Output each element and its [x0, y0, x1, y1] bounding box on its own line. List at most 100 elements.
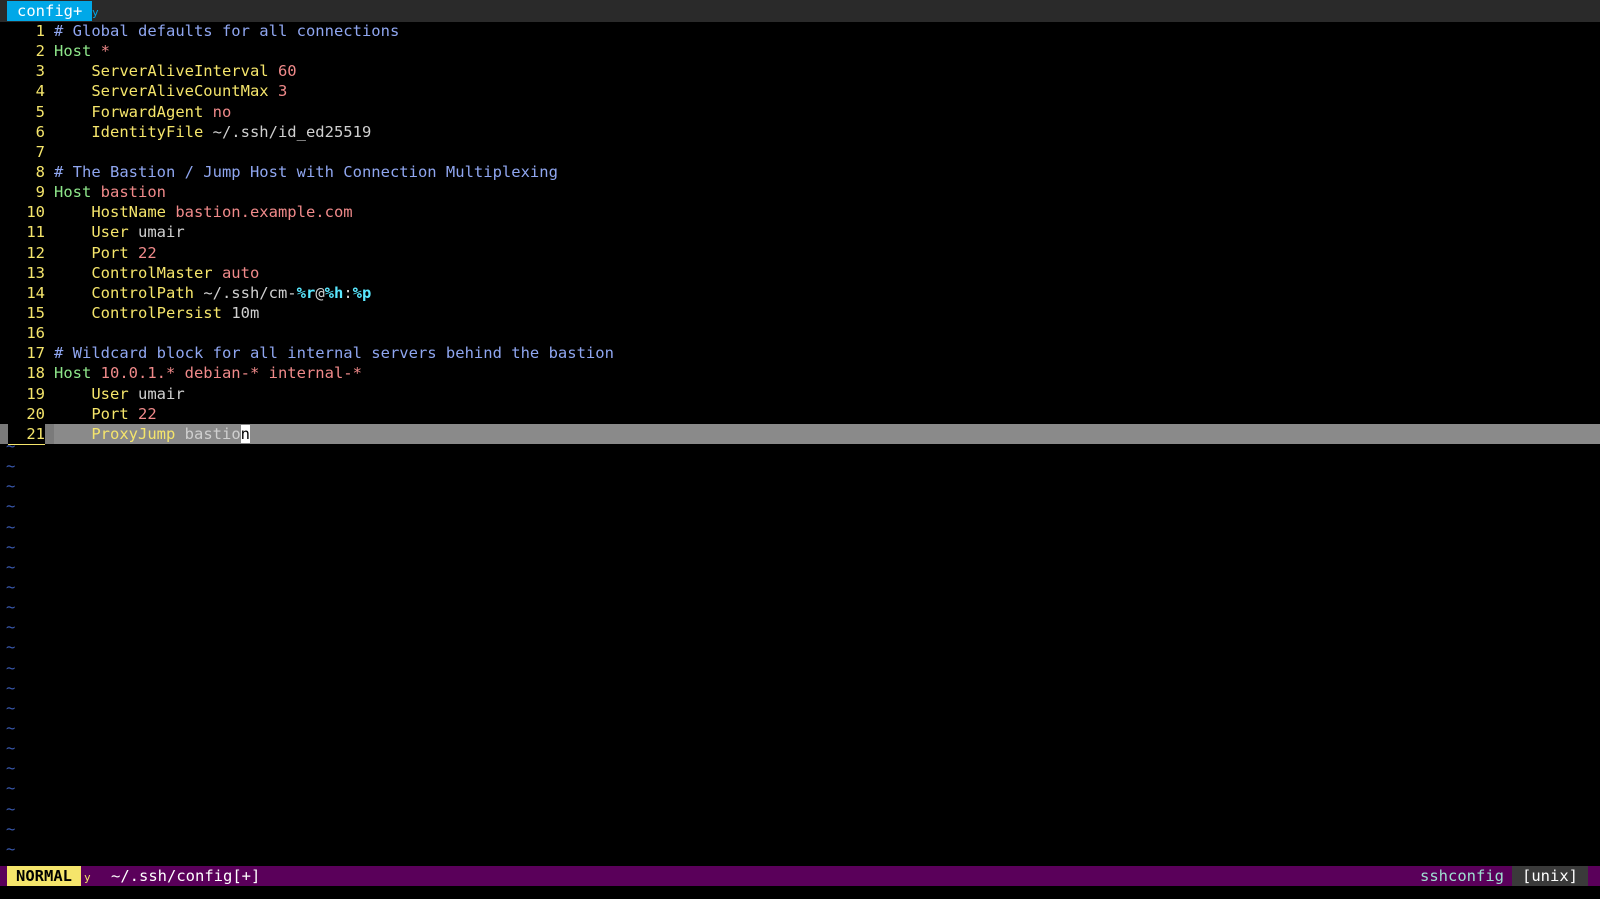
tab-separator-icon: y: [92, 6, 99, 19]
line-content[interactable]: # Wildcard block for all internal server…: [54, 343, 614, 363]
line-content[interactable]: # Global defaults for all connections: [54, 21, 399, 41]
code-line[interactable]: 6 IdentityFile ~/.ssh/id_ed25519: [0, 122, 1600, 142]
tilde-marker: ~: [6, 739, 16, 758]
code-token: # The Bastion / Jump Host with Connectio…: [54, 162, 558, 181]
code-token: ControlPath: [54, 283, 194, 302]
code-token: auto: [212, 263, 260, 282]
code-line[interactable]: 13 ControlMaster auto: [0, 263, 1600, 283]
line-number: 15: [26, 303, 45, 322]
line-number: 11: [26, 223, 45, 242]
tilde-marker: ~: [6, 477, 16, 496]
line-content[interactable]: ServerAliveInterval 60: [54, 61, 296, 81]
tilde-marker: ~: [6, 638, 16, 657]
tilde-marker: ~: [6, 618, 16, 637]
line-content[interactable]: IdentityFile ~/.ssh/id_ed25519: [54, 122, 371, 142]
code-line[interactable]: 18 Host 10.0.1.* debian-* internal-*: [0, 363, 1600, 383]
line-content[interactable]: ForwardAgent no: [54, 102, 231, 122]
code-line[interactable]: 7: [0, 142, 1600, 162]
line-content[interactable]: ControlPersist 10m: [54, 303, 259, 323]
line-content[interactable]: Host 10.0.1.* debian-* internal-*: [54, 363, 362, 383]
statusline: NORMAL y ~/.ssh/config[+] sshconfig [uni…: [0, 866, 1600, 886]
tilde-marker: ~: [6, 819, 16, 838]
line-content[interactable]: User umair: [54, 384, 185, 404]
code-token: @: [315, 283, 325, 302]
code-token: User: [54, 384, 129, 403]
code-line[interactable]: 15 ControlPersist 10m: [0, 303, 1600, 323]
line-content[interactable]: ProxyJump bastion: [54, 424, 250, 444]
code-line[interactable]: 9 Host bastion: [0, 182, 1600, 202]
line-content[interactable]: Host *: [54, 41, 110, 61]
tilde-marker: ~: [6, 497, 16, 516]
code-line[interactable]: 10 HostName bastion.example.com: [0, 202, 1600, 222]
line-number: 17: [26, 344, 45, 363]
code-line[interactable]: 16: [0, 323, 1600, 343]
code-token: 22: [128, 404, 157, 423]
line-content[interactable]: HostName bastion.example.com: [54, 202, 352, 222]
line-content[interactable]: ControlPath ~/.ssh/cm-%r@%h:%p: [54, 283, 371, 303]
code-line[interactable]: 3 ServerAliveInterval 60: [0, 61, 1600, 81]
line-content[interactable]: Host bastion: [54, 182, 166, 202]
tilde-marker: ~: [6, 598, 16, 617]
code-token: 10m: [221, 303, 260, 322]
tilde-marker: ~: [6, 557, 16, 576]
code-line[interactable]: 8 # The Bastion / Jump Host with Connecti…: [0, 162, 1600, 182]
code-line[interactable]: 1 # Global defaults for all connections: [0, 21, 1600, 41]
code-token: %h: [324, 283, 344, 302]
code-token: Port: [54, 404, 129, 423]
code-line[interactable]: 2 Host *: [0, 41, 1600, 61]
line-number: 3: [35, 62, 45, 81]
code-token: Port: [54, 243, 129, 262]
code-line[interactable]: 5 ForwardAgent no: [0, 102, 1600, 122]
tilde-marker: ~: [6, 457, 16, 476]
tilde-marker: ~: [6, 779, 16, 798]
line-number: 13: [26, 263, 45, 282]
line-content[interactable]: ServerAliveCountMax 3: [54, 81, 287, 101]
file-type: sshconfig: [1420, 867, 1504, 885]
line-number: 8: [35, 162, 45, 181]
code-token: ~/.ssh/id_ed25519: [203, 122, 372, 141]
editor-buffer[interactable]: 1 # Global defaults for all connections 2 H…: [0, 21, 1600, 445]
code-token: 22: [128, 243, 157, 262]
file-path: ~/.ssh/config[+]: [111, 867, 261, 885]
code-token: 3: [268, 82, 288, 101]
code-token: no: [203, 102, 232, 121]
cursor-line[interactable]: 21 ProxyJump bastion: [0, 423, 1600, 445]
tilde-marker: ~: [6, 839, 16, 858]
line-content[interactable]: ControlMaster auto: [54, 263, 259, 283]
code-line[interactable]: 12 Port 22: [0, 243, 1600, 263]
line-content[interactable]: Port 22: [54, 404, 157, 424]
line-number: 20: [26, 404, 45, 423]
line-number: 10: [26, 203, 45, 222]
line-number: 19: [26, 384, 45, 403]
code-line[interactable]: 14 ControlPath ~/.ssh/cm-%r@%h:%p: [0, 283, 1600, 303]
line-number: 14: [26, 283, 45, 302]
code-token: umair: [128, 223, 185, 242]
tab-config[interactable]: config+: [7, 1, 93, 21]
tilde-marker: ~: [6, 517, 16, 536]
code-token: ControlMaster: [54, 263, 213, 282]
code-token: ServerAliveInterval: [54, 62, 269, 81]
code-token: Host: [54, 42, 92, 61]
tilde-marker: ~: [6, 718, 16, 737]
code-line[interactable]: 11 User umair: [0, 222, 1600, 242]
code-token: HostName: [54, 203, 166, 222]
line-number: 12: [26, 243, 45, 262]
tilde-marker: ~: [6, 799, 16, 818]
code-line[interactable]: 17 # Wildcard block for all internal serv…: [0, 343, 1600, 363]
code-token: :: [343, 283, 353, 302]
line-content[interactable]: User umair: [54, 222, 185, 242]
code-line[interactable]: 19 User umair: [0, 384, 1600, 404]
code-token: umair: [128, 384, 185, 403]
code-token: IdentityFile: [54, 122, 204, 141]
code-line[interactable]: 20 Port 22: [0, 404, 1600, 424]
line-content[interactable]: Port 22: [54, 243, 157, 263]
code-line[interactable]: 4 ServerAliveCountMax 3: [0, 81, 1600, 101]
mode-separator-icon: y: [84, 871, 91, 884]
line-content[interactable]: # The Bastion / Jump Host with Connectio…: [54, 162, 558, 182]
file-format: [unix]: [1512, 866, 1588, 886]
tilde-marker: ~: [6, 658, 16, 677]
code-token: *: [91, 42, 110, 61]
line-number: 5: [35, 102, 45, 121]
code-token: # Global defaults for all connections: [54, 22, 400, 40]
code-token: ServerAliveCountMax: [54, 82, 269, 101]
